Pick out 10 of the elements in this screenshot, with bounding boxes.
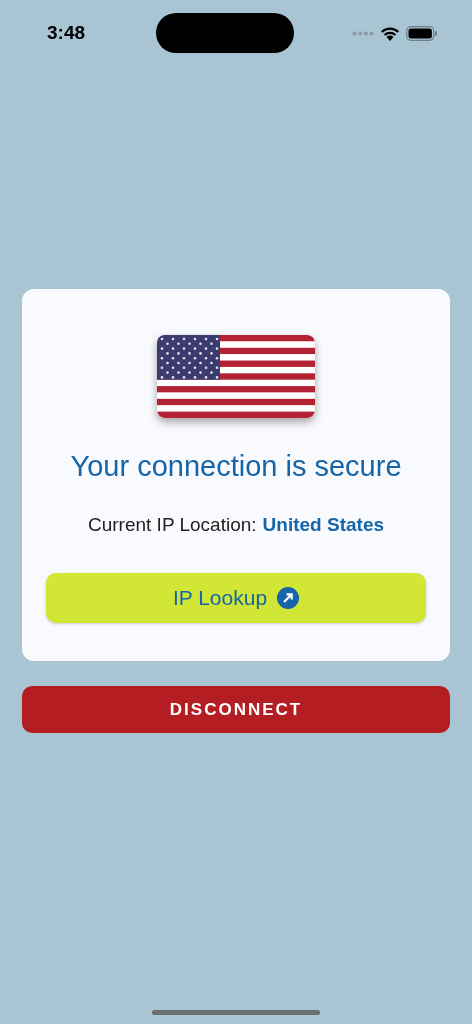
- connection-title: Your connection is secure: [70, 452, 402, 481]
- signal-icon: [352, 30, 374, 36]
- status-time: 3:48: [46, 20, 86, 45]
- ip-lookup-button[interactable]: IP Lookup: [46, 572, 426, 623]
- disconnect-button[interactable]: DISCONNECT: [22, 686, 450, 733]
- external-link-icon: [277, 586, 300, 609]
- location-label: Current IP Location:: [87, 513, 257, 537]
- wifi-icon: [380, 25, 400, 41]
- location-value: United States: [262, 513, 385, 537]
- battery-icon: [406, 25, 438, 41]
